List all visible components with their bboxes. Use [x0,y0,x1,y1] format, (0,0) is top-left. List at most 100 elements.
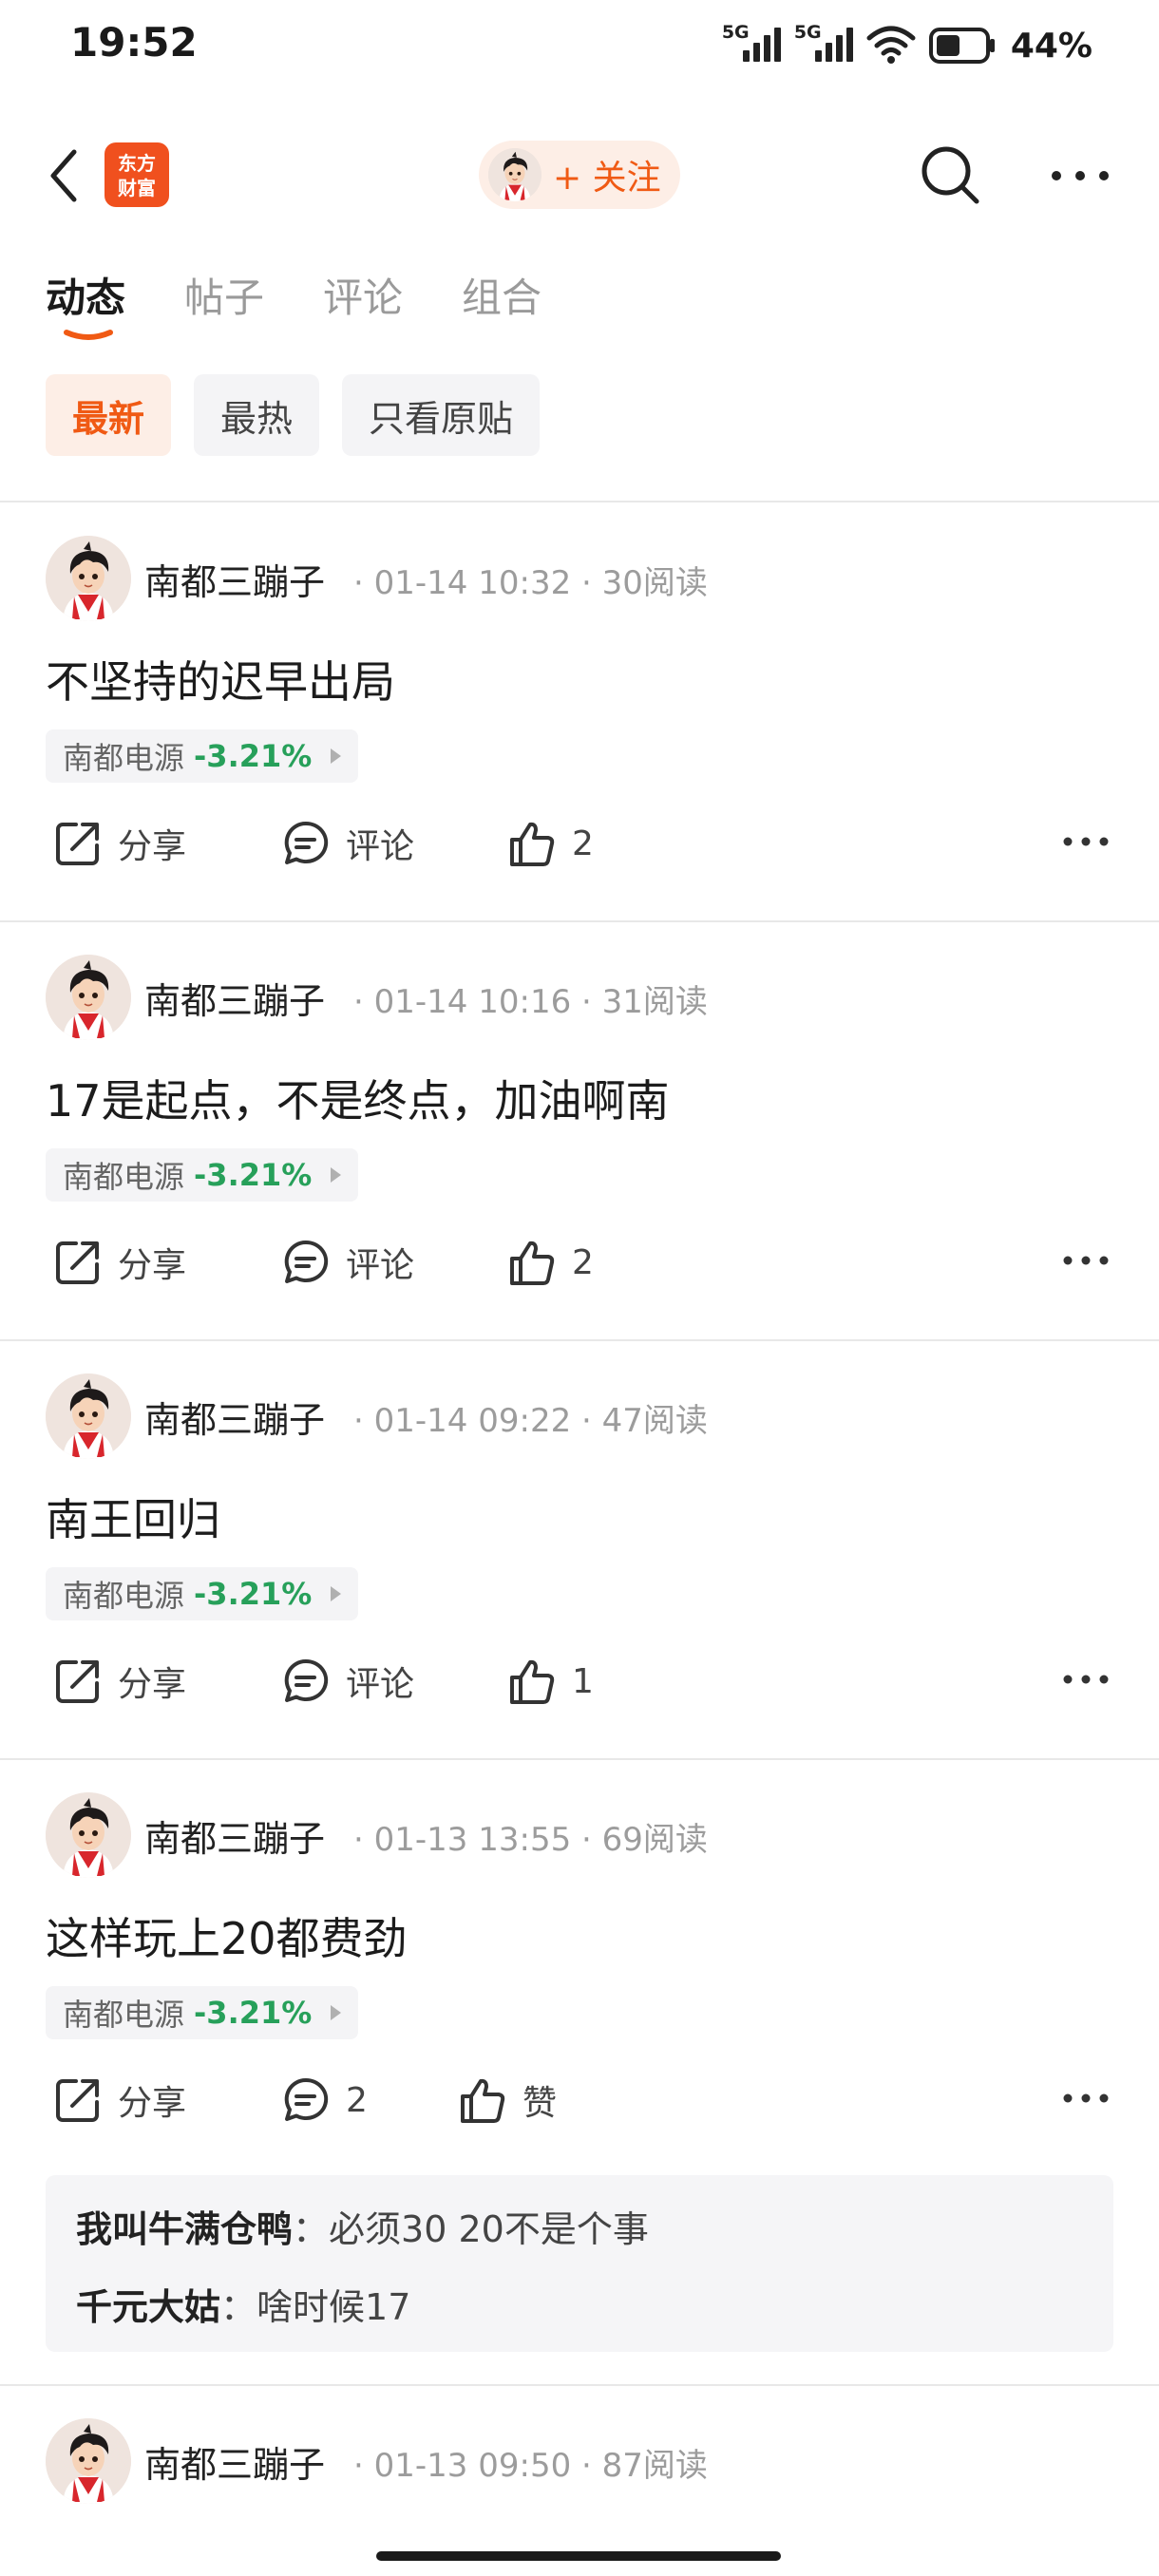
share-button[interactable]: 分享 [51,817,186,870]
author-name[interactable]: 南都三蹦子 [144,1391,325,1443]
more-options-icon[interactable] [1062,1251,1110,1270]
share-button[interactable]: 分享 [51,1655,186,1708]
author-avatar[interactable] [46,1373,131,1459]
post-time: 01-13 09:50 [373,2447,572,2485]
triangle-right-icon [331,748,342,764]
svg-text:财富: 财富 [118,177,156,199]
search-icon[interactable] [918,142,984,209]
author-avatar[interactable] [46,2418,131,2504]
more-options-icon[interactable] [1062,2089,1110,2108]
tab-dynamic[interactable]: 动态 [46,266,125,324]
post-text[interactable]: 17是起点，不是终点，加油啊南 [46,1067,670,1129]
filter-latest[interactable]: 最新 [46,374,172,456]
divider [0,1339,1159,1341]
share-icon [51,1655,104,1708]
post-meta: · 01-14 09:22 · 47阅读 [353,1402,708,1440]
post-time: 01-14 09:22 [373,1402,572,1440]
follow-button[interactable]: + 关注 [479,141,680,209]
comment-separator: ： [220,2286,257,2328]
cellular-signal-icon: 5G [722,22,781,67]
author-name[interactable]: 南都三蹦子 [144,1809,325,1862]
post-text[interactable]: 不坚持的迟早出局 [46,648,395,710]
comment-button[interactable]: 2 [279,2074,368,2127]
stock-name: 南都电源 [63,1578,185,1614]
comment-user[interactable]: 千元大姑 [76,2286,220,2328]
like-button[interactable]: 赞 [456,2074,557,2127]
more-options-icon[interactable] [1062,832,1110,851]
filter-original-only[interactable]: 只看原贴 [342,374,541,456]
comment-button[interactable]: 评论 [279,1655,414,1708]
filter-hottest[interactable]: 最热 [194,374,320,456]
stock-tag[interactable]: 南都电源 -3.21% [46,1986,359,2039]
author-avatar[interactable] [46,1792,131,1878]
comment-item[interactable]: 千元大姑：啥时候17 [76,2278,410,2330]
thumbs-up-icon [456,2074,509,2127]
comment-icon [279,1655,332,1708]
comment-count: 2 [346,2080,368,2120]
stock-tag[interactable]: 南都电源 -3.21% [46,729,359,783]
filter-bar: 最新 最热 只看原贴 [46,374,541,456]
author-avatar[interactable] [46,955,131,1040]
active-tab-indicator [64,330,113,340]
post-meta: · 01-13 13:55 · 69阅读 [353,1821,708,1859]
comment-button[interactable]: 评论 [279,817,414,870]
author-name[interactable]: 南都三蹦子 [144,2435,325,2488]
triangle-right-icon [331,1586,342,1601]
tab-comments[interactable]: 评论 [323,266,403,324]
share-button[interactable]: 分享 [51,2074,186,2127]
wifi-icon [866,26,916,64]
stock-change: -3.21% [194,1157,313,1193]
post-time: 01-13 13:55 [373,1821,572,1859]
more-options-icon[interactable] [1047,152,1113,199]
share-icon [51,2074,104,2127]
share-label: 分享 [118,827,187,866]
post-time: 01-14 10:32 [373,564,572,602]
stock-change: -3.21% [194,1995,313,2031]
stock-tag[interactable]: 南都电源 -3.21% [46,1567,359,1620]
post-meta: · 01-13 09:50 · 87阅读 [353,2447,708,2485]
tab-portfolio[interactable]: 组合 [462,266,542,324]
like-button[interactable]: 2 [505,817,594,870]
thumbs-up-icon [505,1236,559,1289]
like-count: 1 [572,1661,594,1701]
back-arrow-icon[interactable] [38,142,95,209]
post-text[interactable]: 南王回归 [46,1486,220,1548]
author-name[interactable]: 南都三蹦子 [144,972,325,1024]
cellular-signal-icon: 5G [794,22,853,67]
home-indicator[interactable] [376,2551,781,2561]
stock-change: -3.21% [194,738,313,774]
stock-tag[interactable]: 南都电源 -3.21% [46,1148,359,1202]
post-reads: 87阅读 [601,2447,708,2485]
share-button[interactable]: 分享 [51,1236,186,1289]
follow-label: + 关注 [553,159,661,198]
post-text[interactable]: 这样玩上20都费劲 [46,1904,408,1967]
share-icon [51,1236,104,1289]
status-bar: 19:52 5G 5G 44% [0,0,1159,91]
post-reads: 30阅读 [601,564,708,602]
comment-label: 评论 [346,1665,415,1704]
divider [0,2384,1159,2386]
like-count: 2 [572,824,594,863]
comment-user[interactable]: 我叫牛满仓鸭 [76,2208,293,2250]
comment-item[interactable]: 我叫牛满仓鸭：必须30 20不是个事 [76,2200,649,2252]
tab-posts[interactable]: 帖子 [184,266,264,324]
battery-icon [928,28,995,64]
comment-text: 必须30 20不是个事 [329,2208,649,2250]
comment-icon [279,817,332,870]
comment-icon [279,1236,332,1289]
like-label: 赞 [522,2084,558,2123]
author-name[interactable]: 南都三蹦子 [144,553,325,605]
comment-preview[interactable]: 我叫牛满仓鸭：必须30 20不是个事 千元大姑：啥时候17 [46,2175,1113,2352]
tab-bar: 动态 帖子 评论 组合 [46,266,542,324]
thumbs-up-icon [505,1655,559,1708]
more-options-icon[interactable] [1062,1670,1110,1689]
status-icons: 5G 5G 44% [722,19,1092,72]
like-button[interactable]: 1 [505,1655,594,1708]
triangle-right-icon [331,2005,342,2020]
share-label: 分享 [118,1665,187,1704]
post-reads: 69阅读 [601,1821,708,1859]
comment-button[interactable]: 评论 [279,1236,414,1289]
comment-separator: ： [293,2208,330,2250]
author-avatar[interactable] [46,536,131,621]
like-button[interactable]: 2 [505,1236,594,1289]
